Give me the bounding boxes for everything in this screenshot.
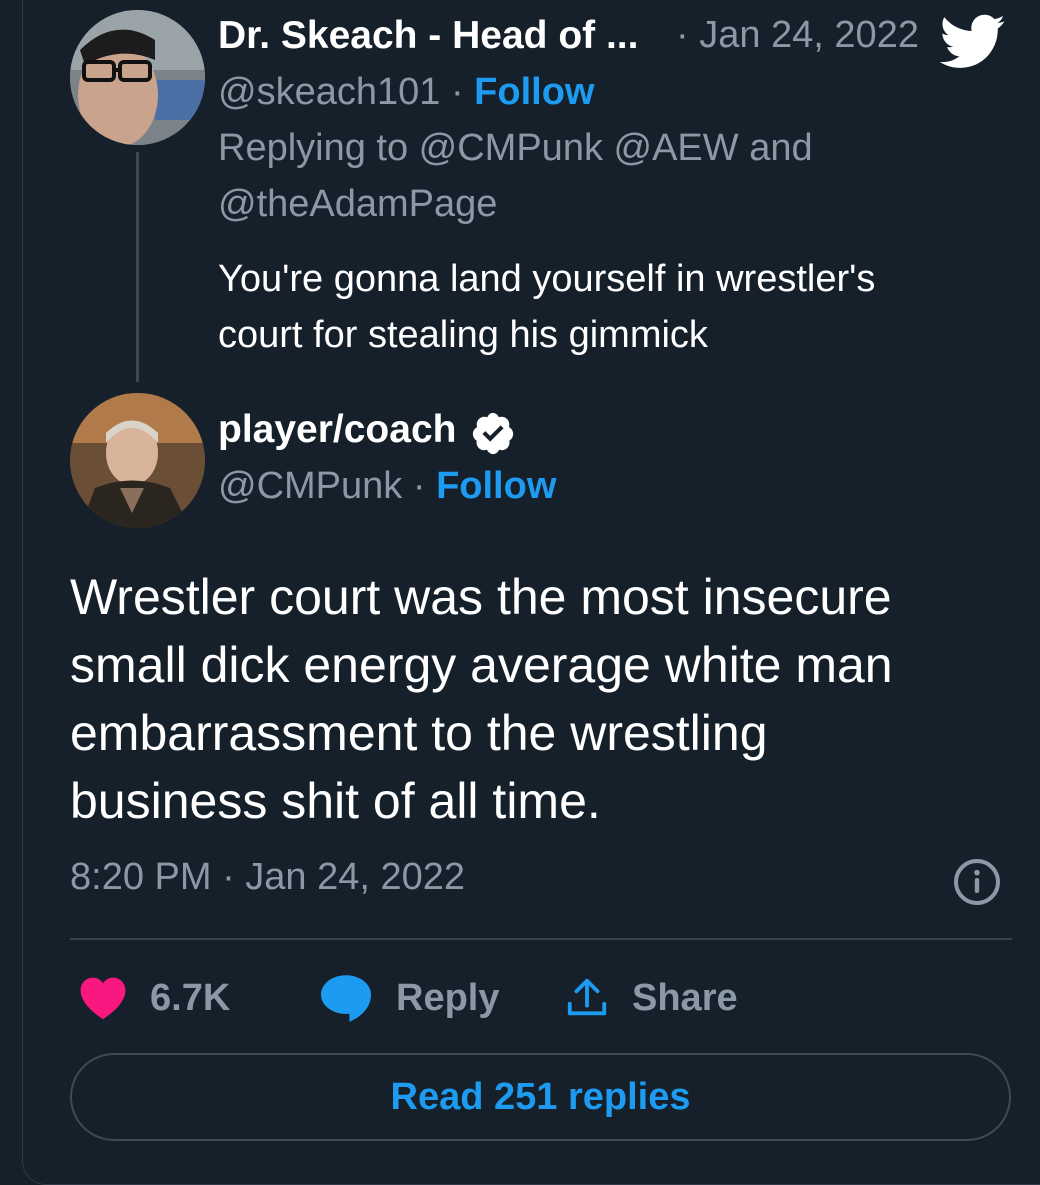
main-author-handle[interactable]: @CMPunk (218, 465, 402, 507)
reply-author-handle-line: @skeach101 · Follow (218, 71, 594, 114)
avatar-skeach[interactable] (70, 10, 205, 145)
reply-label: Reply (396, 976, 500, 1019)
main-text-line: small dick energy average white man (70, 637, 893, 693)
avatar-cmpunk[interactable] (70, 393, 205, 528)
heart-icon (80, 977, 126, 1020)
share-label: Share (632, 976, 738, 1019)
replying-to-line-1[interactable]: Replying to @CMPunk @AEW and (218, 127, 813, 170)
reply-tweet-text: You're gonna land yourself in wrestler's… (218, 251, 978, 363)
main-tweet-text: Wrestler court was the most insecure sma… (70, 563, 1020, 835)
main-author-handle-line: @CMPunk · Follow (218, 465, 556, 508)
avatar-cmpunk-image (70, 393, 205, 528)
main-author-name[interactable]: player/coach (218, 408, 456, 452)
thread-connector (136, 152, 139, 382)
reply-author-name[interactable]: Dr. Skeach - Head of ... (218, 14, 638, 58)
follow-button[interactable]: Follow (436, 465, 556, 507)
card-border (22, 0, 23, 1160)
read-replies-button[interactable]: Read 251 replies (70, 1053, 1011, 1141)
tweet-timestamp[interactable]: 8:20 PM · Jan 24, 2022 (70, 856, 465, 899)
follow-button[interactable]: Follow (474, 71, 594, 113)
tweet-actions: 6.7K Reply Share (70, 970, 1012, 1026)
verified-badge-icon (472, 412, 514, 455)
replying-to-line-2[interactable]: @theAdamPage (218, 183, 497, 226)
like-button[interactable]: 6.7K (78, 970, 230, 1026)
info-icon[interactable] (953, 858, 1001, 906)
share-button[interactable]: Share (564, 970, 738, 1026)
like-count: 6.7K (150, 976, 231, 1019)
main-text-line: business shit of all time. (70, 773, 601, 829)
reply-text-line: court for stealing his gimmick (218, 314, 708, 356)
separator: · (440, 71, 475, 113)
reply-bubble-icon (321, 975, 371, 1022)
avatar-skeach-image (70, 10, 205, 145)
share-upload-icon (567, 978, 607, 1016)
main-text-line: embarrassment to the wrestling (70, 705, 768, 761)
reply-author-handle[interactable]: @skeach101 (218, 71, 440, 113)
separator: · (402, 465, 437, 507)
main-text-line: Wrestler court was the most insecure (70, 569, 892, 625)
reply-text-line: You're gonna land yourself in wrestler's (218, 258, 876, 300)
card-border-bottom (22, 1160, 1040, 1185)
reply-button[interactable]: Reply (318, 970, 499, 1026)
reply-date[interactable]: · Jan 24, 2022 (676, 14, 919, 57)
twitter-bird-icon[interactable] (940, 14, 1006, 70)
divider (70, 938, 1012, 940)
